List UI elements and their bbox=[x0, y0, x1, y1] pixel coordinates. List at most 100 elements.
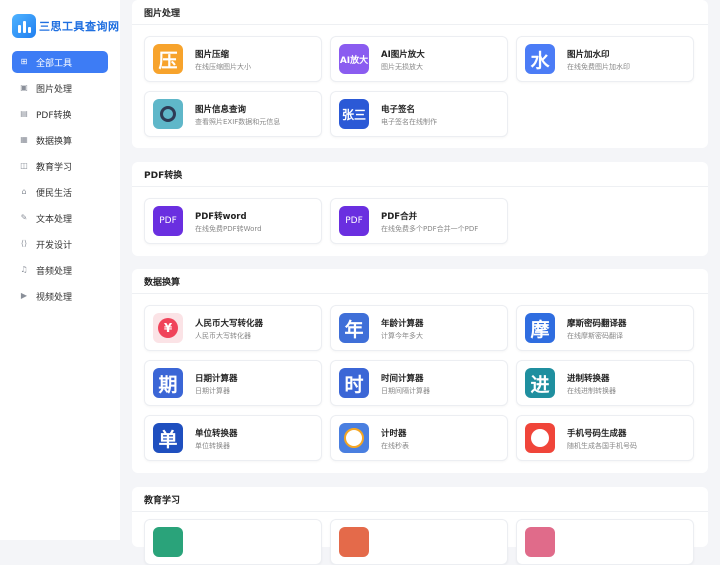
tool-description: 随机生成各国手机号码 bbox=[567, 442, 637, 450]
tool-title: 时间计算器 bbox=[381, 374, 424, 384]
tool-description: 电子签名在线制作 bbox=[381, 118, 437, 126]
tool-title: 图片加水印 bbox=[567, 50, 610, 60]
home-icon: ⌂ bbox=[21, 187, 27, 196]
tool-title: 进制转换器 bbox=[567, 374, 610, 384]
edit-icon: ✎ bbox=[20, 213, 28, 222]
tool-description: 在线秒表 bbox=[381, 442, 409, 450]
sidebar-item[interactable]: ▣ 图片处理 bbox=[12, 77, 108, 99]
date-icon: 期 bbox=[153, 368, 183, 398]
sidebar-item[interactable]: ⟨⟩ 开发设计 bbox=[12, 233, 108, 255]
sidebar-item[interactable]: ▤ PDF转换 bbox=[12, 103, 108, 125]
compress-icon: 压 bbox=[153, 44, 183, 74]
tool-description: 日期计算器 bbox=[195, 387, 230, 395]
phone-icon bbox=[525, 423, 555, 453]
tool-title: 年龄计算器 bbox=[381, 319, 424, 329]
sidebar-item-label: 开发设计 bbox=[36, 240, 73, 251]
file-icon: ▤ bbox=[20, 109, 28, 118]
tool-description: 在线压缩图片大小 bbox=[195, 63, 251, 71]
watermark-icon: 水 bbox=[525, 44, 555, 74]
divider bbox=[132, 293, 708, 294]
tool-card[interactable]: 压 图片压缩 在线压缩图片大小 bbox=[144, 36, 322, 82]
tool-card[interactable]: 年 年龄计算器 计算今年多大 bbox=[330, 305, 508, 351]
tool-title: 电子签名 bbox=[381, 105, 416, 115]
calculator-icon: ▦ bbox=[20, 135, 28, 144]
tool-card[interactable]: 张三 电子签名 电子签名在线制作 bbox=[330, 91, 508, 137]
sidebar-item-label: PDF转换 bbox=[36, 110, 72, 121]
music-icon: ♫ bbox=[20, 265, 28, 274]
sidebar-item-label: 全部工具 bbox=[36, 58, 73, 69]
divider bbox=[132, 24, 708, 25]
unit-icon: 单 bbox=[153, 423, 183, 453]
divider bbox=[132, 511, 708, 512]
tool-card[interactable]: 摩 摩斯密码翻译器 在线摩斯密码翻译 bbox=[516, 305, 694, 351]
tool-card[interactable]: 进 进制转换器 在线进制转换器 bbox=[516, 360, 694, 406]
sidebar-item-label: 文本处理 bbox=[36, 214, 73, 225]
sidebar-item-label: 教育学习 bbox=[36, 162, 73, 173]
tool-description: 单位转换器 bbox=[195, 442, 230, 450]
tool-card[interactable]: 单单位转换器 单位转换器 bbox=[144, 415, 322, 461]
tool-card[interactable] bbox=[144, 519, 322, 565]
site-name: 三思工具查询网 bbox=[39, 20, 120, 33]
tool-card[interactable]: 手机号码生成器随机生成各国手机号码 bbox=[516, 415, 694, 461]
tool-card[interactable]: ¥ 人民币大写转化器 人民币大写转化器 bbox=[144, 305, 322, 351]
tool-title: 日期计算器 bbox=[195, 374, 238, 384]
tool-title: 计时器 bbox=[381, 429, 407, 439]
magnifier-icon bbox=[153, 99, 183, 129]
tool-card[interactable]: AI放大 AI图片放大 图片无损放大 bbox=[330, 36, 508, 82]
sidebar-item-label: 音频处理 bbox=[36, 266, 73, 277]
sidebar-item[interactable]: ✎ 文本处理 bbox=[12, 207, 108, 229]
ai-upscale-icon: AI放大 bbox=[339, 44, 369, 74]
tool-title: AI图片放大 bbox=[381, 50, 425, 60]
section-image: 图片处理 压 图片压缩 在线压缩图片大小 AI放大 AI图片放大 图片无损放大 水 图片加水印… bbox=[132, 0, 708, 148]
tool-description: 在线摩斯密码翻译 bbox=[567, 332, 623, 340]
grid-icon: ⊞ bbox=[20, 57, 28, 66]
tool-description: 人民币大写转化器 bbox=[195, 332, 251, 340]
sidebar-item[interactable]: ♫ 音频处理 bbox=[12, 259, 108, 281]
image-icon: ▣ bbox=[20, 83, 28, 92]
section-title: 数据换算 bbox=[144, 278, 181, 288]
tool-description: 在线免费PDF转Word bbox=[195, 225, 262, 233]
tool-title: 手机号码生成器 bbox=[567, 429, 627, 439]
pdf-icon: PDF bbox=[153, 206, 183, 236]
tool-description: 在线进制转换器 bbox=[567, 387, 616, 395]
section-title: 图片处理 bbox=[144, 9, 181, 19]
tool-icon bbox=[153, 527, 183, 557]
section-pdf: PDF转换 PDF PDF转word 在线免费PDF转Word PDF PDF合并 在线免… bbox=[132, 162, 708, 256]
tool-title: 图片信息查询 bbox=[195, 105, 247, 115]
tool-description: 图片无损放大 bbox=[381, 63, 423, 71]
tool-description: 在线免费多个PDF合并一个PDF bbox=[381, 225, 479, 233]
section-edu: 教育学习 bbox=[132, 487, 708, 565]
tool-icon bbox=[339, 527, 369, 557]
sidebar-item[interactable]: ⊞ 全部工具 bbox=[12, 51, 108, 73]
tool-card[interactable] bbox=[330, 519, 508, 565]
tool-card[interactable]: 计时器 在线秒表 bbox=[330, 415, 508, 461]
yen-symbol: ¥ bbox=[158, 318, 178, 338]
tool-card[interactable]: PDF PDF转word 在线免费PDF转Word bbox=[144, 198, 322, 244]
code-icon: ⟨⟩ bbox=[20, 239, 28, 248]
section-title: PDF转换 bbox=[144, 171, 183, 181]
sidebar-item[interactable]: ⌂ 便民生活 bbox=[12, 181, 108, 203]
yen-icon: ¥ bbox=[153, 313, 183, 343]
tool-icon bbox=[525, 527, 555, 557]
tool-title: 单位转换器 bbox=[195, 429, 238, 439]
sidebar-item[interactable]: ▦ 数据换算 bbox=[12, 129, 108, 151]
divider bbox=[132, 186, 708, 187]
morse-icon: 摩 bbox=[525, 313, 555, 343]
sidebar: 三思工具查询网 ⊞ 全部工具 ▣ 图片处理 ▤ PDF转换 ▦ 数据换算 ◫ 教育学习 ⌂ 便民生活 ✎… bbox=[0, 0, 120, 540]
stopwatch-icon bbox=[339, 423, 369, 453]
tool-card[interactable] bbox=[516, 519, 694, 565]
tool-title: 人民币大写转化器 bbox=[195, 319, 264, 329]
sidebar-item[interactable]: ▶ 视频处理 bbox=[12, 285, 108, 307]
tool-card[interactable]: 水 图片加水印 在线免费图片加水印 bbox=[516, 36, 694, 82]
tool-card[interactable]: 图片信息查询 查看照片EXIF数据和元信息 bbox=[144, 91, 322, 137]
tool-card[interactable]: 期日期计算器 日期计算器 bbox=[144, 360, 322, 406]
sidebar-item-label: 便民生活 bbox=[36, 188, 73, 199]
tool-card[interactable]: 时 时间计算器 日期间隔计算器 bbox=[330, 360, 508, 406]
tool-title: 摩斯密码翻译器 bbox=[567, 319, 627, 329]
site-logo[interactable]: 三思工具查询网 bbox=[12, 14, 120, 38]
sidebar-item-label: 数据换算 bbox=[36, 136, 73, 147]
sidebar-item-label: 视频处理 bbox=[36, 292, 73, 303]
time-icon: 时 bbox=[339, 368, 369, 398]
tool-card[interactable]: PDF PDF合并 在线免费多个PDF合并一个PDF bbox=[330, 198, 508, 244]
sidebar-item[interactable]: ◫ 教育学习 bbox=[12, 155, 108, 177]
